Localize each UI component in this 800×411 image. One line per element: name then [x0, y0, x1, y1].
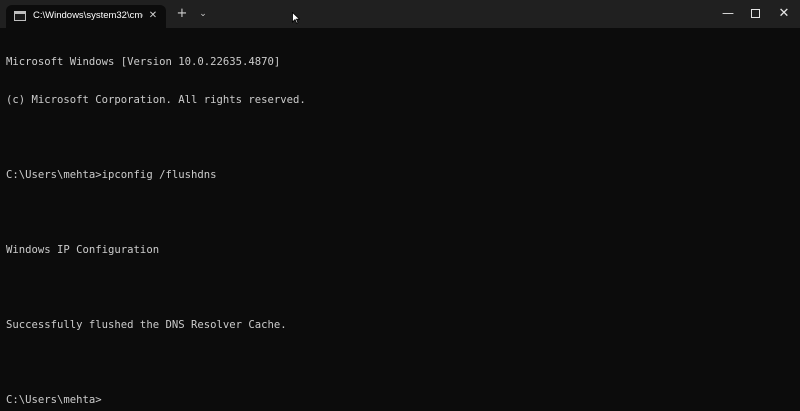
tab-close-icon[interactable]: ✕ — [147, 10, 159, 22]
terminal-line: (c) Microsoft Corporation. All rights re… — [6, 93, 306, 106]
chevron-down-icon[interactable]: ⌄ — [197, 7, 209, 21]
terminal-line: Successfully flushed the DNS Resolver Ca… — [6, 318, 287, 331]
mouse-cursor-icon — [292, 12, 300, 24]
terminal-line: Windows IP Configuration — [6, 243, 160, 256]
title-bar[interactable]: C:\Windows\system32\cmd.e ✕ + ⌄ — ✕ — [0, 0, 800, 28]
tab-title: C:\Windows\system32\cmd.e — [33, 10, 143, 21]
terminal-icon — [14, 11, 26, 21]
new-tab-button[interactable]: + — [175, 7, 189, 21]
terminal-line: C:\Users\mehta>ipconfig /flushdns — [6, 168, 217, 181]
maximize-icon — [751, 9, 760, 18]
close-button[interactable]: ✕ — [766, 0, 800, 28]
terminal-prompt[interactable]: C:\Users\mehta> — [6, 394, 800, 407]
tab-cmd[interactable]: C:\Windows\system32\cmd.e ✕ — [6, 5, 166, 28]
terminal-output[interactable]: Microsoft Windows [Version 10.0.22635.48… — [0, 28, 800, 411]
terminal-window: C:\Windows\system32\cmd.e ✕ + ⌄ — ✕ Micr… — [0, 0, 800, 411]
terminal-line: Microsoft Windows [Version 10.0.22635.48… — [6, 56, 281, 68]
